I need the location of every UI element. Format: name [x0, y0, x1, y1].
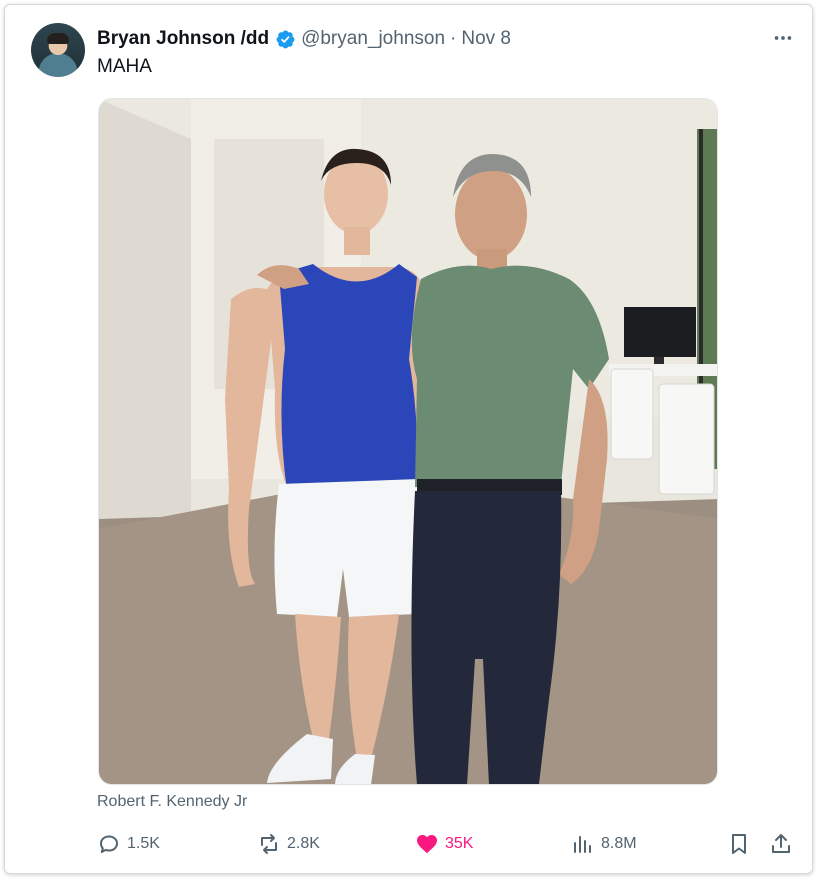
tweet-photo[interactable]	[98, 98, 718, 785]
bookmark-icon	[732, 834, 746, 854]
views-icon	[574, 836, 591, 853]
like-button[interactable]: 35K	[415, 829, 473, 859]
avatar-hair	[47, 33, 69, 44]
tweet-date[interactable]: Nov 8	[461, 28, 511, 50]
retweet-button[interactable]: 2.8K	[257, 829, 320, 859]
tweet-card: Bryan Johnson /dd @bryan_johnson · Nov 8…	[4, 4, 813, 874]
header-separator: ·	[450, 28, 457, 49]
tagged-person[interactable]: Robert F. Kennedy Jr	[97, 793, 247, 811]
tweet-text: MAHA	[97, 56, 152, 77]
reply-count: 1.5K	[127, 835, 160, 852]
reply-icon	[100, 835, 118, 853]
author-handle[interactable]: @bryan_johnson	[301, 28, 445, 50]
verified-badge-icon	[275, 29, 296, 50]
tweet-header: Bryan Johnson /dd @bryan_johnson · Nov 8	[97, 25, 511, 53]
retweet-icon	[261, 834, 277, 854]
views-count: 8.8M	[601, 835, 637, 852]
reply-button[interactable]: 1.5K	[97, 829, 160, 859]
share-icon	[772, 834, 790, 853]
author-name[interactable]: Bryan Johnson /dd	[97, 28, 269, 50]
views-button[interactable]: 8.8M	[571, 829, 637, 859]
avatar[interactable]	[31, 23, 85, 77]
share-button[interactable]	[769, 829, 793, 859]
more-horizontal-icon[interactable]	[769, 27, 797, 49]
heart-icon	[417, 835, 437, 854]
retweet-count: 2.8K	[287, 835, 320, 852]
like-count: 35K	[445, 835, 474, 852]
tweet-actions: 1.5K 2.8K 35K 8.8M	[97, 829, 797, 859]
bookmark-button[interactable]	[727, 829, 751, 859]
